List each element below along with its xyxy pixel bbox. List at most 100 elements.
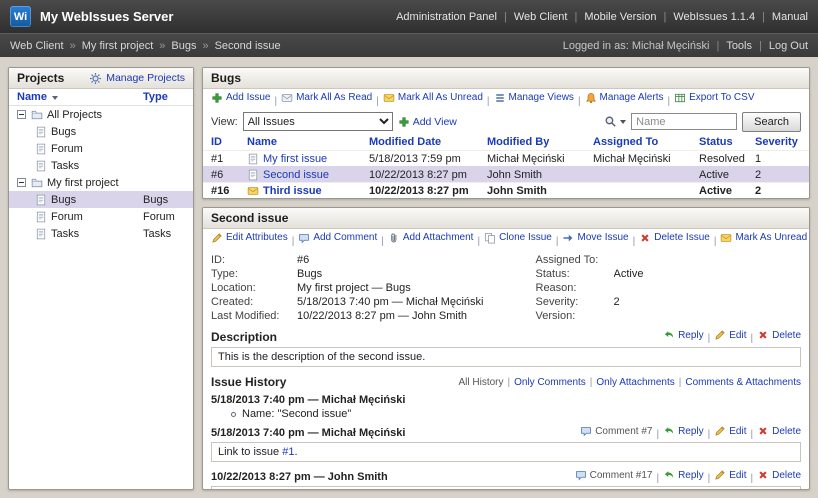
- edit-link[interactable]: Edit: [714, 469, 746, 481]
- column-assigned-to[interactable]: Assigned To: [593, 136, 699, 148]
- filter-all-history[interactable]: All History: [458, 377, 503, 388]
- administration-panel-link[interactable]: Administration Panel: [396, 11, 497, 23]
- issue-row-unread[interactable]: #16 Third issue 10/22/2013 8:27 pm John …: [203, 182, 809, 198]
- issue-link[interactable]: My first issue: [263, 153, 327, 165]
- column-modified-by[interactable]: Modified By: [487, 136, 593, 148]
- delete-issue-link[interactable]: Delete Issue: [639, 232, 710, 244]
- toolbar-item: Manage Views: [483, 92, 574, 107]
- column-severity[interactable]: Severity: [755, 136, 801, 148]
- mark-as-unread-link[interactable]: Mark As Unread: [720, 232, 807, 244]
- manual-link[interactable]: Manual: [772, 11, 808, 23]
- issue-row-selected[interactable]: #6 Second issue 10/22/2013 8:27 pm John …: [203, 166, 809, 182]
- export-csv-link[interactable]: Export To CSV: [674, 92, 754, 104]
- filter-item: Only Attachments: [586, 377, 675, 388]
- collapse-icon[interactable]: [17, 178, 26, 187]
- column-name[interactable]: Name: [247, 136, 369, 148]
- add-comment-link[interactable]: Add Comment: [298, 232, 377, 244]
- column-status[interactable]: Status: [699, 136, 755, 148]
- document-icon: [35, 228, 47, 240]
- issue-link[interactable]: Third issue: [263, 185, 322, 197]
- add-view-label: Add View: [413, 116, 457, 128]
- tree-item-forum[interactable]: Forum: [9, 140, 193, 157]
- delete-issue-label: Delete Issue: [654, 232, 710, 243]
- attr-value: Bugs: [297, 268, 322, 280]
- breadcrumb-web-client[interactable]: Web Client: [10, 40, 64, 52]
- add-view-link[interactable]: Add View: [398, 116, 457, 128]
- pencil-icon: [211, 232, 223, 244]
- projects-column-type[interactable]: Type: [143, 91, 185, 103]
- chevron-down-icon[interactable]: [620, 120, 626, 127]
- collapse-icon[interactable]: [17, 110, 26, 119]
- issue-panel-title: Second issue: [211, 211, 288, 225]
- filter-only-comments[interactable]: Only Comments: [514, 377, 586, 388]
- comment-permalink[interactable]: Comment #17: [575, 469, 653, 481]
- issue-link[interactable]: Second issue: [263, 169, 329, 181]
- column-id[interactable]: ID: [211, 136, 247, 148]
- view-label: View:: [211, 116, 238, 128]
- delete-link[interactable]: Delete: [757, 469, 801, 481]
- delete-x-icon: [639, 232, 651, 244]
- reply-link[interactable]: Reply: [663, 425, 704, 437]
- delete-link[interactable]: Delete: [757, 329, 801, 341]
- edit-link[interactable]: Edit: [714, 425, 746, 437]
- issues-table-header: ID Name Modified Date Modified By Assign…: [203, 134, 809, 150]
- move-arrow-icon: [562, 232, 574, 244]
- clone-issue-link[interactable]: Clone Issue: [484, 232, 552, 244]
- issue-row[interactable]: #1 My first issue 5/18/2013 7:59 pm Mich…: [203, 150, 809, 166]
- manage-alerts-link[interactable]: Manage Alerts: [585, 92, 664, 104]
- issue-modified-date: 10/22/2013 8:27 pm: [369, 185, 487, 197]
- move-issue-link[interactable]: Move Issue: [562, 232, 628, 244]
- web-client-link[interactable]: Web Client: [514, 11, 568, 23]
- tree-item-tasks[interactable]: Tasks Tasks: [9, 225, 193, 242]
- mark-all-unread-link[interactable]: Mark All As Unread: [383, 92, 483, 104]
- attr-label: ID:: [211, 254, 297, 266]
- tree-item-tasks[interactable]: Tasks: [9, 157, 193, 174]
- export-csv-label: Export To CSV: [689, 92, 754, 103]
- clone-issue-label: Clone Issue: [499, 232, 552, 243]
- bugs-toolbar: Add Issue Mark All As Read Mark All As U…: [203, 89, 809, 109]
- view-select[interactable]: All Issues: [243, 112, 393, 131]
- add-issue-link[interactable]: Add Issue: [211, 92, 270, 104]
- reply-icon: [663, 329, 675, 341]
- main-content: Projects Manage Projects Name Type All P…: [0, 57, 818, 498]
- tree-item-all-projects[interactable]: All Projects: [9, 106, 193, 123]
- filter-only-attachments[interactable]: Only Attachments: [596, 377, 674, 388]
- mobile-version-link[interactable]: Mobile Version: [584, 11, 656, 23]
- top-links: Administration Panel Web Client Mobile V…: [396, 11, 808, 23]
- breadcrumb-folder[interactable]: Bugs: [171, 40, 196, 52]
- delete-x-icon: [757, 469, 769, 481]
- top-link-wrap: Manual: [755, 11, 808, 23]
- column-modified-date[interactable]: Modified Date: [369, 136, 487, 148]
- search-input[interactable]: [631, 113, 737, 130]
- history-entry-header: 10/22/2013 8:27 pm — John Smith Comment …: [203, 466, 809, 485]
- reply-link[interactable]: Reply: [663, 469, 704, 481]
- logout-link[interactable]: Log Out: [769, 40, 808, 52]
- manage-projects-link[interactable]: Manage Projects: [89, 72, 185, 85]
- reply-icon: [663, 469, 675, 481]
- bugs-panel-header: Bugs: [203, 68, 809, 89]
- edit-link[interactable]: Edit: [714, 329, 746, 341]
- filter-comments-attachments[interactable]: Comments & Attachments: [685, 377, 801, 388]
- issue-read-icon: [247, 153, 259, 165]
- breadcrumb-project[interactable]: My first project: [82, 40, 154, 52]
- search-icon[interactable]: [604, 115, 617, 128]
- tree-item-my-first-project[interactable]: My first project: [9, 174, 193, 191]
- add-attachment-link[interactable]: Add Attachment: [388, 232, 474, 244]
- mark-all-read-link[interactable]: Mark All As Read: [281, 92, 372, 104]
- add-attachment-label: Add Attachment: [403, 232, 474, 243]
- search-button[interactable]: Search: [742, 112, 801, 132]
- reply-link[interactable]: Reply: [663, 329, 704, 341]
- tree-item-forum[interactable]: Forum Forum: [9, 208, 193, 225]
- tree-item-bugs-selected[interactable]: Bugs Bugs: [9, 191, 193, 208]
- comment-permalink[interactable]: Comment #7: [580, 425, 652, 437]
- tree-item-bugs[interactable]: Bugs: [9, 123, 193, 140]
- delete-link[interactable]: Delete: [757, 425, 801, 437]
- tools-link[interactable]: Tools: [726, 40, 752, 52]
- breadcrumb: Web Client My first project Bugs Second …: [10, 40, 281, 52]
- toolbar-item: Mark As Unread: [710, 232, 807, 247]
- manage-views-link[interactable]: Manage Views: [494, 92, 574, 104]
- projects-column-name[interactable]: Name: [17, 91, 143, 103]
- issue-ref-link[interactable]: #1: [282, 446, 294, 458]
- edit-attributes-link[interactable]: Edit Attributes: [211, 232, 288, 244]
- edit-label: Edit: [729, 426, 746, 437]
